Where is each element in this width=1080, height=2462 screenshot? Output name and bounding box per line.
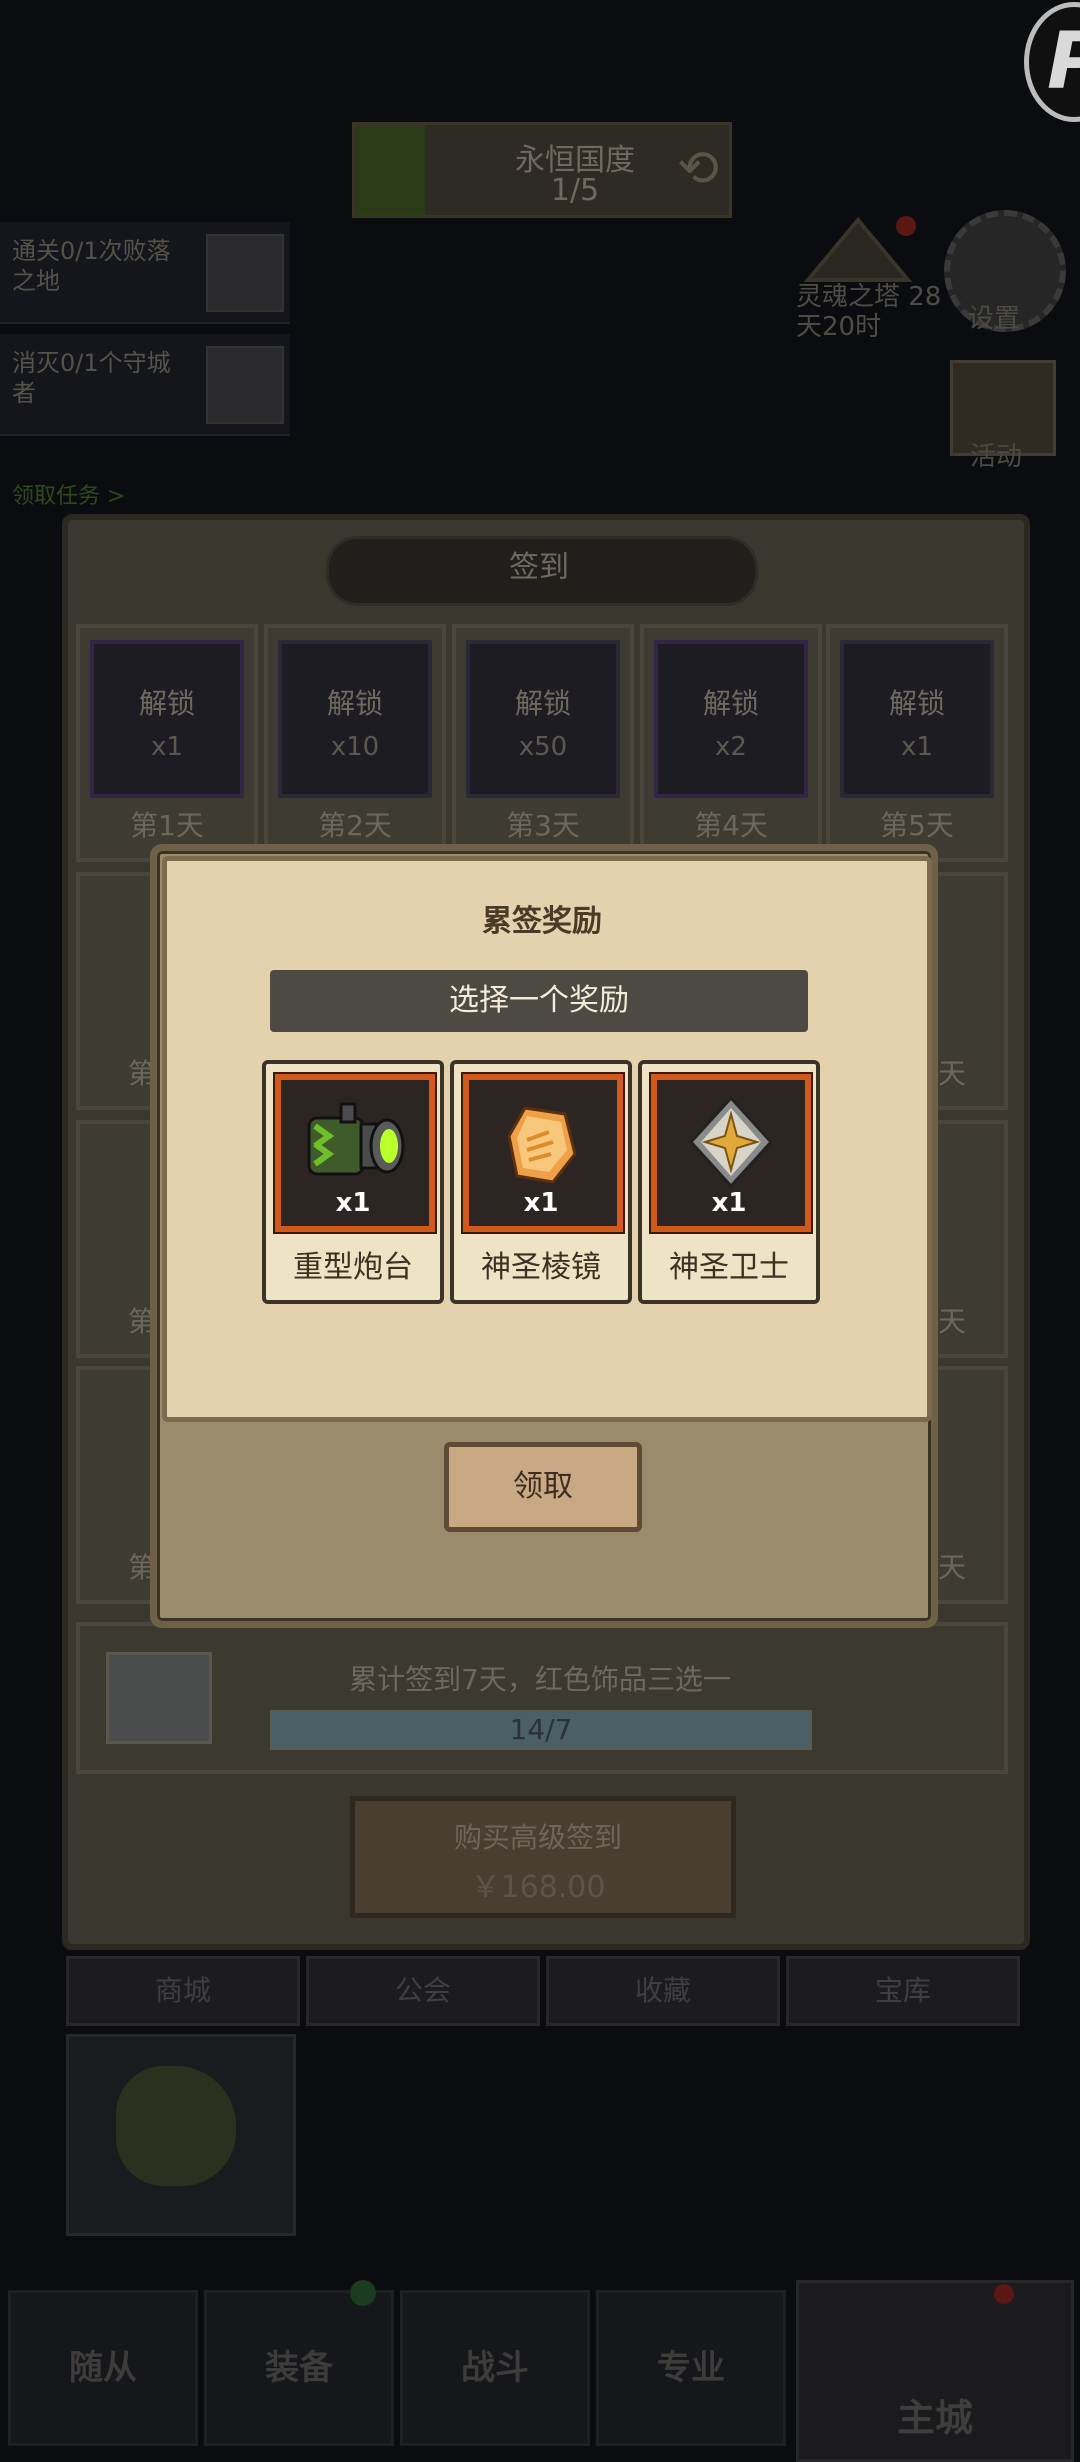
day-qty: x1 [901,732,933,762]
chest-icon [106,1652,212,1744]
dragon-icon [116,2066,236,2186]
task-more-link: 领取任务 > [12,484,126,509]
realm-status-bar: 永恒国度 1/5 ⟲ [352,122,732,218]
tab-shop: 商城 [66,1956,300,2026]
day-card: 解锁 x1 第1天 [76,624,258,862]
nav-equipment: 装备 [204,2290,394,2446]
task-text: 通关0/1次败落之地 [12,237,171,295]
day-label: 第1天 [130,809,204,842]
reward-name: 神圣棱镜 [481,1250,601,1285]
buy-premium-price: ￥168.00 [470,1870,606,1905]
notification-badge [896,216,916,236]
reward-option-heavy-turret[interactable]: x1 重型炮台 [262,1060,444,1304]
day-qty: x50 [518,732,568,762]
tab-collection: 收藏 [546,1956,780,2026]
day-label: 第3天 [506,809,580,842]
day-qty: x1 [151,732,183,762]
tab-treasury: 宝库 [786,1956,1020,2026]
lock-label: 解锁 [888,687,945,720]
realm-progress: 1/5 [550,173,600,208]
modal-title: 累签奖励 [482,904,602,939]
reward-qty: x1 [711,1188,747,1218]
task-reward-icon [206,234,284,312]
reward-option-holy-prism[interactable]: x1 神圣棱镜 [450,1060,632,1304]
settings-label: 设置 [968,304,1021,334]
day-card: 第 [76,1366,160,1604]
reward-qty: x1 [523,1188,559,1218]
notification-badge [350,2280,376,2306]
app-logo: P [1024,2,1080,122]
nav-home: 主城 [796,2280,1074,2462]
cumulative-text: 累计签到7天，红色饰品三选一 [349,1663,731,1696]
nav-home-label: 主城 [896,2396,973,2440]
day-label: 第4天 [694,809,768,842]
day-card: 第 [76,1120,160,1358]
lock-label: 解锁 [138,687,195,720]
day-card: 解锁 x10 第2天 [264,624,446,862]
signin-title: 签到 [509,550,569,585]
choose-reward-text: 选择一个奖励 [449,983,629,1018]
notification-badge [994,2284,1014,2304]
lock-label: 解锁 [326,687,383,720]
claim-button-label[interactable]: 领取 [444,1442,642,1532]
task-text: 消灭0/1个守城者 [12,349,171,407]
lock-label: 解锁 [702,687,759,720]
day-card: 第 [76,872,160,1110]
day-label: 第5天 [880,809,954,842]
day-label: 第2天 [318,809,392,842]
realm-icon [355,125,425,215]
nav-followers: 随从 [8,2290,198,2446]
cumulative-progress: 14/7 [270,1710,812,1750]
nav-battle: 战斗 [400,2290,590,2446]
activity-label: 活动 [970,442,1023,472]
day-card: 解锁 x2 第4天 [640,624,822,862]
reward-qty: x1 [335,1188,371,1218]
task-item: 通关0/1次败落之地 [0,222,290,324]
lock-label: 解锁 [514,687,571,720]
reward-option-holy-guardian[interactable]: x1 神圣卫士 [638,1060,820,1304]
buy-premium-title: 购买高级签到 [453,1821,622,1854]
reward-name: 重型炮台 [293,1250,413,1285]
day-card: 解锁 x1 第5天 [826,624,1008,862]
progress-text: 14/7 [509,1713,573,1746]
tab-guild: 公会 [306,1956,540,2026]
task-reward-icon [206,346,284,424]
cumulative-reward-bar [76,1622,1008,1774]
day-qty: x2 [715,732,747,762]
nav-profession: 专业 [596,2290,786,2446]
tower-timer-label: 灵魂之塔 28天20时 [796,282,942,342]
day-qty: x10 [330,732,380,762]
task-item: 消灭0/1个守城者 [0,334,290,436]
refresh-icon: ⟲ [677,139,719,197]
day-card: 解锁 x50 第3天 [452,624,634,862]
reward-name: 神圣卫士 [669,1250,789,1285]
